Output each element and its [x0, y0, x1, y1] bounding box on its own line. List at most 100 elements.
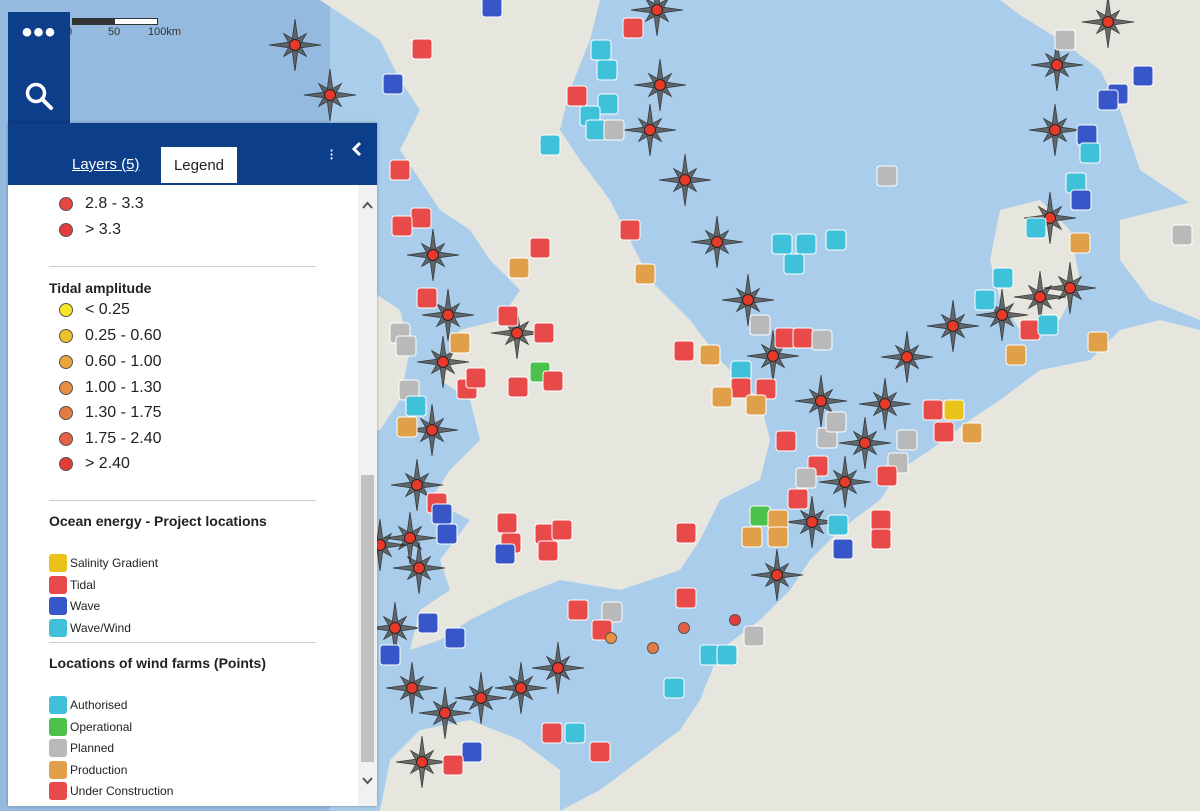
project-location-marker[interactable]: [1037, 314, 1059, 336]
project-location-marker[interactable]: [922, 399, 944, 421]
project-location-marker[interactable]: [564, 722, 586, 744]
project-location-marker[interactable]: [622, 17, 644, 39]
project-location-marker[interactable]: [1087, 331, 1109, 353]
project-location-marker[interactable]: [1025, 217, 1047, 239]
project-location-marker[interactable]: [716, 644, 738, 666]
project-location-marker[interactable]: [1132, 65, 1154, 87]
project-location-marker[interactable]: [832, 538, 854, 560]
project-location-marker[interactable]: [787, 488, 809, 510]
project-location-marker[interactable]: [870, 509, 892, 531]
project-location-marker[interactable]: [767, 526, 789, 548]
project-location-marker[interactable]: [675, 522, 697, 544]
project-location-marker[interactable]: [589, 741, 611, 763]
project-location-marker[interactable]: [749, 314, 771, 336]
project-location-marker[interactable]: [395, 335, 417, 357]
project-location-marker[interactable]: [1019, 319, 1041, 341]
project-location-marker[interactable]: [775, 430, 797, 452]
project-location-marker[interactable]: [585, 119, 607, 141]
project-location-marker[interactable]: [811, 329, 833, 351]
project-location-marker[interactable]: [389, 159, 411, 181]
project-location-marker[interactable]: [507, 376, 529, 398]
tab-layers[interactable]: Layers (5): [72, 156, 140, 173]
project-location-marker[interactable]: [1097, 89, 1119, 111]
project-location-marker[interactable]: [461, 741, 483, 763]
tidal-amplitude-point[interactable]: [647, 642, 659, 654]
project-location-marker[interactable]: [396, 416, 418, 438]
project-location-marker[interactable]: [1054, 29, 1076, 51]
project-location-marker[interactable]: [699, 344, 721, 366]
project-location-marker[interactable]: [933, 421, 955, 443]
project-location-marker[interactable]: [634, 263, 656, 285]
project-location-marker[interactable]: [410, 207, 432, 229]
project-location-marker[interactable]: [619, 219, 641, 241]
project-location-marker[interactable]: [1005, 344, 1027, 366]
legend-scrollbar[interactable]: [358, 185, 377, 806]
project-location-marker[interactable]: [539, 134, 561, 156]
project-location-marker[interactable]: [974, 289, 996, 311]
project-location-marker[interactable]: [876, 465, 898, 487]
tidal-amplitude-point[interactable]: [729, 614, 741, 626]
project-location-marker[interactable]: [417, 612, 439, 634]
project-location-marker[interactable]: [792, 327, 814, 349]
project-location-marker[interactable]: [870, 528, 892, 550]
project-location-marker[interactable]: [551, 519, 573, 541]
project-location-marker[interactable]: [542, 370, 564, 392]
tidal-amplitude-point[interactable]: [605, 632, 617, 644]
project-location-marker[interactable]: [566, 85, 588, 107]
project-location-marker[interactable]: [481, 0, 503, 18]
search-button[interactable]: [8, 68, 70, 124]
project-location-marker[interactable]: [771, 233, 793, 255]
project-location-marker[interactable]: [1076, 124, 1098, 146]
chevron-up-icon[interactable]: [361, 199, 374, 212]
scrollbar-thumb[interactable]: [361, 475, 374, 762]
project-location-marker[interactable]: [405, 395, 427, 417]
project-location-marker[interactable]: [496, 512, 518, 534]
project-location-marker[interactable]: [379, 644, 401, 666]
project-location-marker[interactable]: [774, 327, 796, 349]
project-location-marker[interactable]: [567, 599, 589, 621]
panel-options-icon[interactable]: ⁝: [329, 145, 334, 165]
project-location-marker[interactable]: [444, 627, 466, 649]
project-location-marker[interactable]: [825, 229, 847, 251]
project-location-marker[interactable]: [711, 386, 733, 408]
project-location-marker[interactable]: [529, 237, 551, 259]
chevron-left-icon[interactable]: [347, 139, 367, 159]
tidal-amplitude-point[interactable]: [678, 622, 690, 634]
project-location-marker[interactable]: [416, 287, 438, 309]
project-location-marker[interactable]: [663, 677, 685, 699]
project-location-marker[interactable]: [876, 165, 898, 187]
project-location-marker[interactable]: [743, 625, 765, 647]
project-location-marker[interactable]: [992, 267, 1014, 289]
project-location-marker[interactable]: [1171, 224, 1193, 246]
project-location-marker[interactable]: [675, 587, 697, 609]
chevron-down-icon[interactable]: [361, 774, 374, 787]
project-location-marker[interactable]: [442, 754, 464, 776]
project-location-marker[interactable]: [497, 305, 519, 327]
menu-button[interactable]: •••: [8, 12, 70, 68]
project-location-marker[interactable]: [533, 322, 555, 344]
project-location-marker[interactable]: [431, 503, 453, 525]
project-location-marker[interactable]: [449, 332, 471, 354]
project-location-marker[interactable]: [795, 467, 817, 489]
project-location-marker[interactable]: [745, 394, 767, 416]
project-location-marker[interactable]: [1069, 232, 1091, 254]
project-location-marker[interactable]: [795, 233, 817, 255]
project-location-marker[interactable]: [741, 526, 763, 548]
project-location-marker[interactable]: [494, 543, 516, 565]
project-location-marker[interactable]: [783, 253, 805, 275]
project-location-marker[interactable]: [436, 523, 458, 545]
project-location-marker[interactable]: [596, 59, 618, 81]
project-location-marker[interactable]: [749, 505, 771, 527]
project-location-marker[interactable]: [537, 540, 559, 562]
project-location-marker[interactable]: [382, 73, 404, 95]
project-location-marker[interactable]: [541, 722, 563, 744]
project-location-marker[interactable]: [896, 429, 918, 451]
project-location-marker[interactable]: [1079, 142, 1101, 164]
project-location-marker[interactable]: [508, 257, 530, 279]
project-location-marker[interactable]: [825, 411, 847, 433]
project-location-marker[interactable]: [391, 215, 413, 237]
project-location-marker[interactable]: [827, 514, 849, 536]
project-location-marker[interactable]: [601, 601, 623, 623]
project-location-marker[interactable]: [597, 93, 619, 115]
project-location-marker[interactable]: [961, 422, 983, 444]
